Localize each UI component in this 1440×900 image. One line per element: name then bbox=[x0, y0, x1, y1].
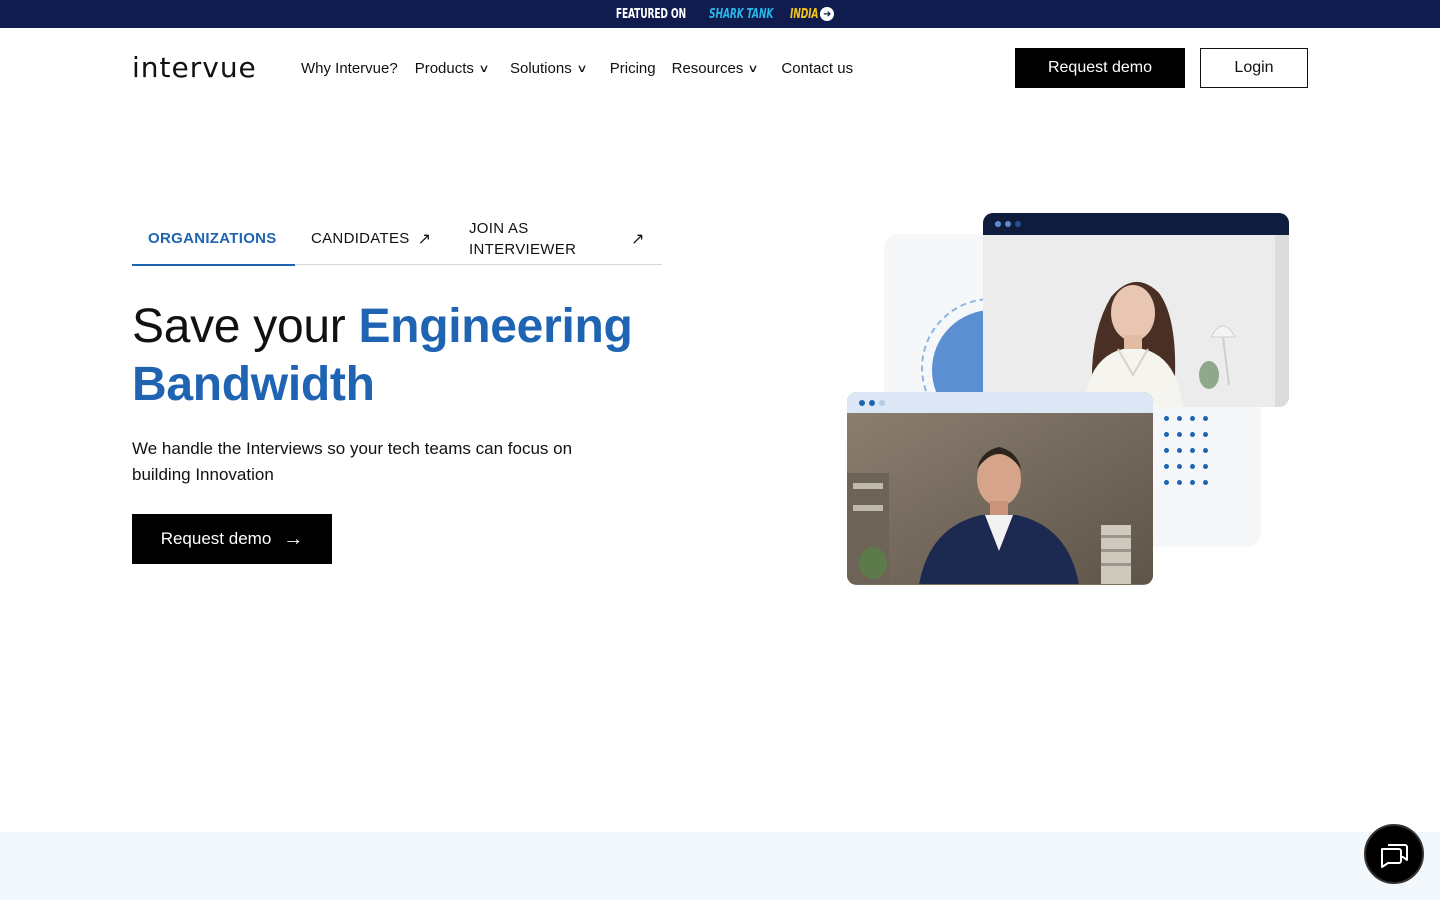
nav-products[interactable]: Products ∨ bbox=[414, 60, 490, 77]
nav-why-intervue[interactable]: Why Intervue? bbox=[301, 60, 398, 77]
nav-products-label: Products bbox=[414, 60, 474, 77]
video-window-candidate bbox=[847, 392, 1153, 585]
hero-request-demo-button[interactable]: Request demo → bbox=[132, 514, 332, 564]
nav-solutions-label: Solutions bbox=[509, 60, 572, 77]
nav-resources-label: Resources bbox=[671, 60, 744, 77]
next-section-band bbox=[0, 832, 1440, 900]
chevron-down-icon: ∨ bbox=[478, 63, 490, 75]
arrow-up-right-icon: ↗ bbox=[631, 230, 645, 248]
hero-cta-label: Request demo bbox=[160, 529, 272, 548]
tab-organizations[interactable]: ORGANIZATIONS bbox=[132, 212, 295, 266]
tab-candidates-label: CANDIDATES bbox=[311, 230, 410, 247]
chat-bubbles-icon bbox=[1381, 844, 1408, 868]
nav-solutions[interactable]: Solutions ∨ bbox=[509, 60, 588, 77]
hero-title: Save your Engineering Bandwidth bbox=[132, 298, 692, 414]
arrow-right-circle-icon: ➜ bbox=[820, 7, 835, 21]
interviewer-video bbox=[983, 235, 1289, 407]
candidate-video bbox=[847, 413, 1153, 584]
nav-why-intervue-label: Why Intervue? bbox=[301, 60, 398, 77]
nav-contact-us-label: Contact us bbox=[781, 60, 854, 77]
dot-grid-decoration bbox=[1164, 416, 1216, 496]
banner-india-text: INDIA bbox=[789, 6, 819, 22]
intervue-logo[interactable]: intervue bbox=[132, 54, 257, 82]
login-button[interactable]: Login bbox=[1200, 48, 1308, 88]
arrow-right-icon: → bbox=[283, 527, 304, 550]
audience-tabs: ORGANIZATIONS CANDIDATES ↗ JOIN AS INTER… bbox=[132, 212, 662, 266]
video-window-interviewer bbox=[983, 213, 1289, 407]
hero-subtitle: We handle the Interviews so your tech te… bbox=[132, 439, 573, 484]
tab-candidates[interactable]: CANDIDATES ↗ bbox=[311, 212, 451, 265]
banner-featured-text: FEATURED ON bbox=[615, 6, 686, 22]
chat-widget-button[interactable] bbox=[1364, 824, 1424, 884]
featured-banner[interactable]: FEATURED ON SHARK TANK INDIA ➜ bbox=[0, 0, 1440, 28]
arrow-up-right-icon: ↗ bbox=[417, 230, 432, 248]
hero-title-plain: Save your bbox=[132, 300, 359, 353]
main-nav: Why Intervue? Products ∨ Solutions ∨ Pri… bbox=[301, 60, 853, 77]
nav-resources[interactable]: Resources ∨ bbox=[671, 60, 760, 77]
tab-join-as-interviewer-label: JOIN AS INTERVIEWER bbox=[469, 219, 577, 258]
tab-join-as-interviewer[interactable]: JOIN AS INTERVIEWER ↗ bbox=[469, 212, 649, 265]
chevron-down-icon: ∨ bbox=[747, 63, 760, 75]
tab-organizations-label: ORGANIZATIONS bbox=[148, 229, 277, 247]
site-header: intervue Why Intervue? Products ∨ Soluti… bbox=[0, 28, 1440, 108]
nav-contact-us[interactable]: Contact us bbox=[781, 60, 853, 77]
nav-pricing[interactable]: Pricing bbox=[610, 60, 656, 77]
nav-pricing-label: Pricing bbox=[609, 60, 656, 77]
request-demo-button[interactable]: Request demo bbox=[1015, 48, 1185, 88]
chevron-down-icon: ∨ bbox=[576, 63, 588, 75]
window-titlebar bbox=[983, 213, 1289, 235]
banner-shark-text: SHARK TANK bbox=[708, 6, 773, 22]
window-titlebar bbox=[847, 392, 1153, 413]
